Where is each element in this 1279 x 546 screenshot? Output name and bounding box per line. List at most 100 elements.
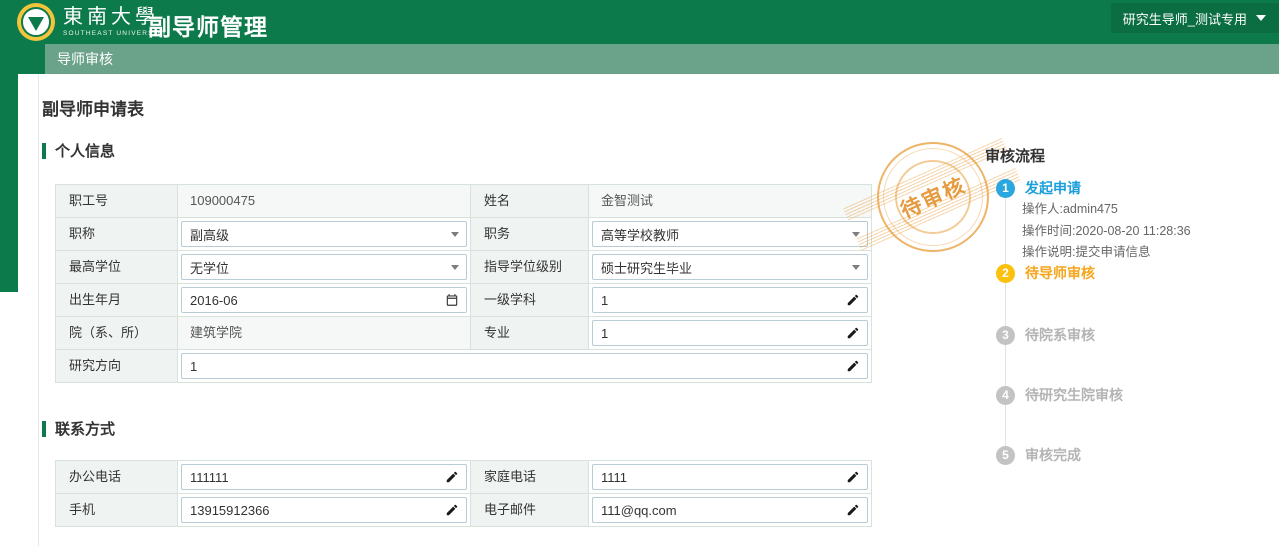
- department-value: 建筑学院: [178, 317, 471, 350]
- pencil-icon: [846, 503, 860, 517]
- workflow-step-1: 1 发起申请: [996, 178, 1081, 198]
- pencil-icon: [846, 359, 860, 373]
- name-value: 金智测试: [589, 185, 872, 218]
- step-label: 审核完成: [1025, 445, 1081, 465]
- position-value: 高等学校教师: [601, 225, 679, 244]
- email-label: 电子邮件: [471, 494, 589, 527]
- research-direction-input[interactable]: 1: [181, 353, 868, 379]
- university-emblem: [21, 7, 51, 37]
- step-label: 待导师审核: [1025, 263, 1095, 283]
- first-discipline-label: 一级学科: [471, 284, 589, 317]
- section-header-contact: 联系方式: [42, 418, 115, 439]
- stamp-inner-ring: [895, 160, 971, 234]
- pencil-icon: [846, 326, 860, 340]
- highest-degree-select[interactable]: 无学位: [181, 254, 467, 280]
- detail-note: 操作说明:提交申请信息: [1022, 242, 1191, 264]
- nav-item-mentor-review[interactable]: 导师审核: [57, 44, 113, 74]
- step-number-badge: 1: [996, 179, 1015, 198]
- highest-degree-label: 最高学位: [56, 251, 178, 284]
- name-label: 姓名: [471, 185, 589, 218]
- sidebar-strip: [0, 74, 18, 292]
- position-label: 职务: [471, 218, 589, 251]
- step-number-badge: 4: [996, 386, 1015, 405]
- major-input[interactable]: 1: [592, 320, 868, 346]
- stamp-outer-ring: [877, 142, 989, 252]
- workflow-step-5: 5 审核完成: [996, 445, 1081, 465]
- first-discipline-value: 1: [601, 293, 608, 308]
- detail-operator: 操作人:admin475: [1022, 199, 1191, 221]
- workflow-step-1-details: 操作人:admin475 操作时间:2020-08-20 11:28:36 操作…: [1022, 199, 1191, 264]
- staff-id-label: 职工号: [56, 185, 178, 218]
- email-input[interactable]: 111@qq.com: [592, 497, 868, 523]
- research-direction-value: 1: [190, 359, 197, 374]
- home-phone-value: 1111: [601, 470, 627, 485]
- chevron-down-icon: [451, 232, 459, 237]
- contact-info-table: 办公电话 111111 家庭电话 1111 手机 13915912366: [55, 460, 872, 527]
- step-label: 待研究生院审核: [1025, 385, 1123, 405]
- step-label: 发起申请: [1025, 178, 1081, 198]
- step-number-badge: 5: [996, 446, 1015, 465]
- workflow-connector-line: [1005, 187, 1006, 457]
- chevron-down-icon: [852, 265, 860, 270]
- mobile-label: 手机: [56, 494, 178, 527]
- chevron-down-icon: [852, 232, 860, 237]
- workflow-panel: 审核流程 1 发起申请 操作人:admin475 操作时间:2020-08-20…: [985, 143, 1277, 533]
- section-marker: [42, 421, 46, 437]
- workflow-step-3: 3 待院系审核: [996, 325, 1095, 345]
- step-label: 待院系审核: [1025, 325, 1095, 345]
- birth-month-label: 出生年月: [56, 284, 178, 317]
- guide-level-select[interactable]: 硕士研究生毕业: [592, 254, 868, 280]
- workflow-title: 审核流程: [985, 145, 1045, 166]
- mobile-value: 13915912366: [190, 503, 270, 518]
- title-rank-label: 职称: [56, 218, 178, 251]
- title-rank-select[interactable]: 副高级: [181, 221, 467, 247]
- application-window: 東南大學 SOUTHEAST UNIVERSITY 副导师管理 研究生导师_测试…: [0, 0, 1279, 546]
- office-phone-input[interactable]: 111111: [181, 464, 467, 490]
- user-menu[interactable]: 研究生导师_测试专用: [1111, 3, 1279, 33]
- research-direction-label: 研究方向: [56, 350, 178, 383]
- title-rank-value: 副高级: [190, 225, 229, 244]
- pencil-icon: [445, 470, 459, 484]
- home-phone-input[interactable]: 1111: [592, 464, 868, 490]
- workflow-step-4: 4 待研究生院审核: [996, 385, 1123, 405]
- pending-review-stamp: 待审核: [876, 141, 990, 253]
- section-header-personal: 个人信息: [42, 140, 115, 161]
- nav-left-segment: [0, 44, 45, 74]
- detail-time: 操作时间:2020-08-20 11:28:36: [1022, 221, 1191, 243]
- pencil-icon: [846, 293, 860, 307]
- step-number-badge: 3: [996, 326, 1015, 345]
- email-value: 111@qq.com: [601, 503, 677, 518]
- navbar: 导师审核: [0, 44, 1279, 74]
- department-label: 院（系、所）: [56, 317, 178, 350]
- section-title: 个人信息: [55, 140, 115, 161]
- section-title: 联系方式: [55, 418, 115, 439]
- app-header: 東南大學 SOUTHEAST UNIVERSITY 副导师管理 研究生导师_测试…: [0, 0, 1279, 44]
- pencil-icon: [445, 503, 459, 517]
- guide-level-label: 指导学位级别: [471, 251, 589, 284]
- mobile-input[interactable]: 13915912366: [181, 497, 467, 523]
- user-menu-label: 研究生导师_测试专用: [1123, 9, 1247, 28]
- highest-degree-value: 无学位: [190, 258, 229, 277]
- emblem-shield-shape: [28, 17, 44, 31]
- app-title: 副导师管理: [148, 8, 268, 42]
- position-select[interactable]: 高等学校教师: [592, 221, 868, 247]
- birth-month-date-input[interactable]: 2016-06: [181, 287, 467, 313]
- stamp-mid-ring: [883, 148, 983, 246]
- major-value: 1: [601, 326, 608, 341]
- content-divider: [38, 74, 39, 546]
- birth-month-value: 2016-06: [190, 293, 238, 308]
- calendar-icon: [445, 293, 459, 307]
- chevron-down-icon: [1256, 15, 1266, 21]
- guide-level-value: 硕士研究生毕业: [601, 258, 692, 277]
- staff-id-value: 109000475: [178, 185, 471, 218]
- personal-info-table: 职工号 109000475 姓名 金智测试 职称 副高级 职务 高等学校教师 最…: [55, 184, 872, 383]
- workflow-step-2: 2 待导师审核: [996, 263, 1095, 283]
- first-discipline-input[interactable]: 1: [592, 287, 868, 313]
- office-phone-label: 办公电话: [56, 461, 178, 494]
- page-title: 副导师申请表: [42, 95, 144, 120]
- university-logo-icon: [17, 3, 55, 41]
- step-number-badge: 2: [996, 264, 1015, 283]
- office-phone-value: 111111: [190, 470, 229, 485]
- chevron-down-icon: [451, 265, 459, 270]
- pencil-icon: [846, 470, 860, 484]
